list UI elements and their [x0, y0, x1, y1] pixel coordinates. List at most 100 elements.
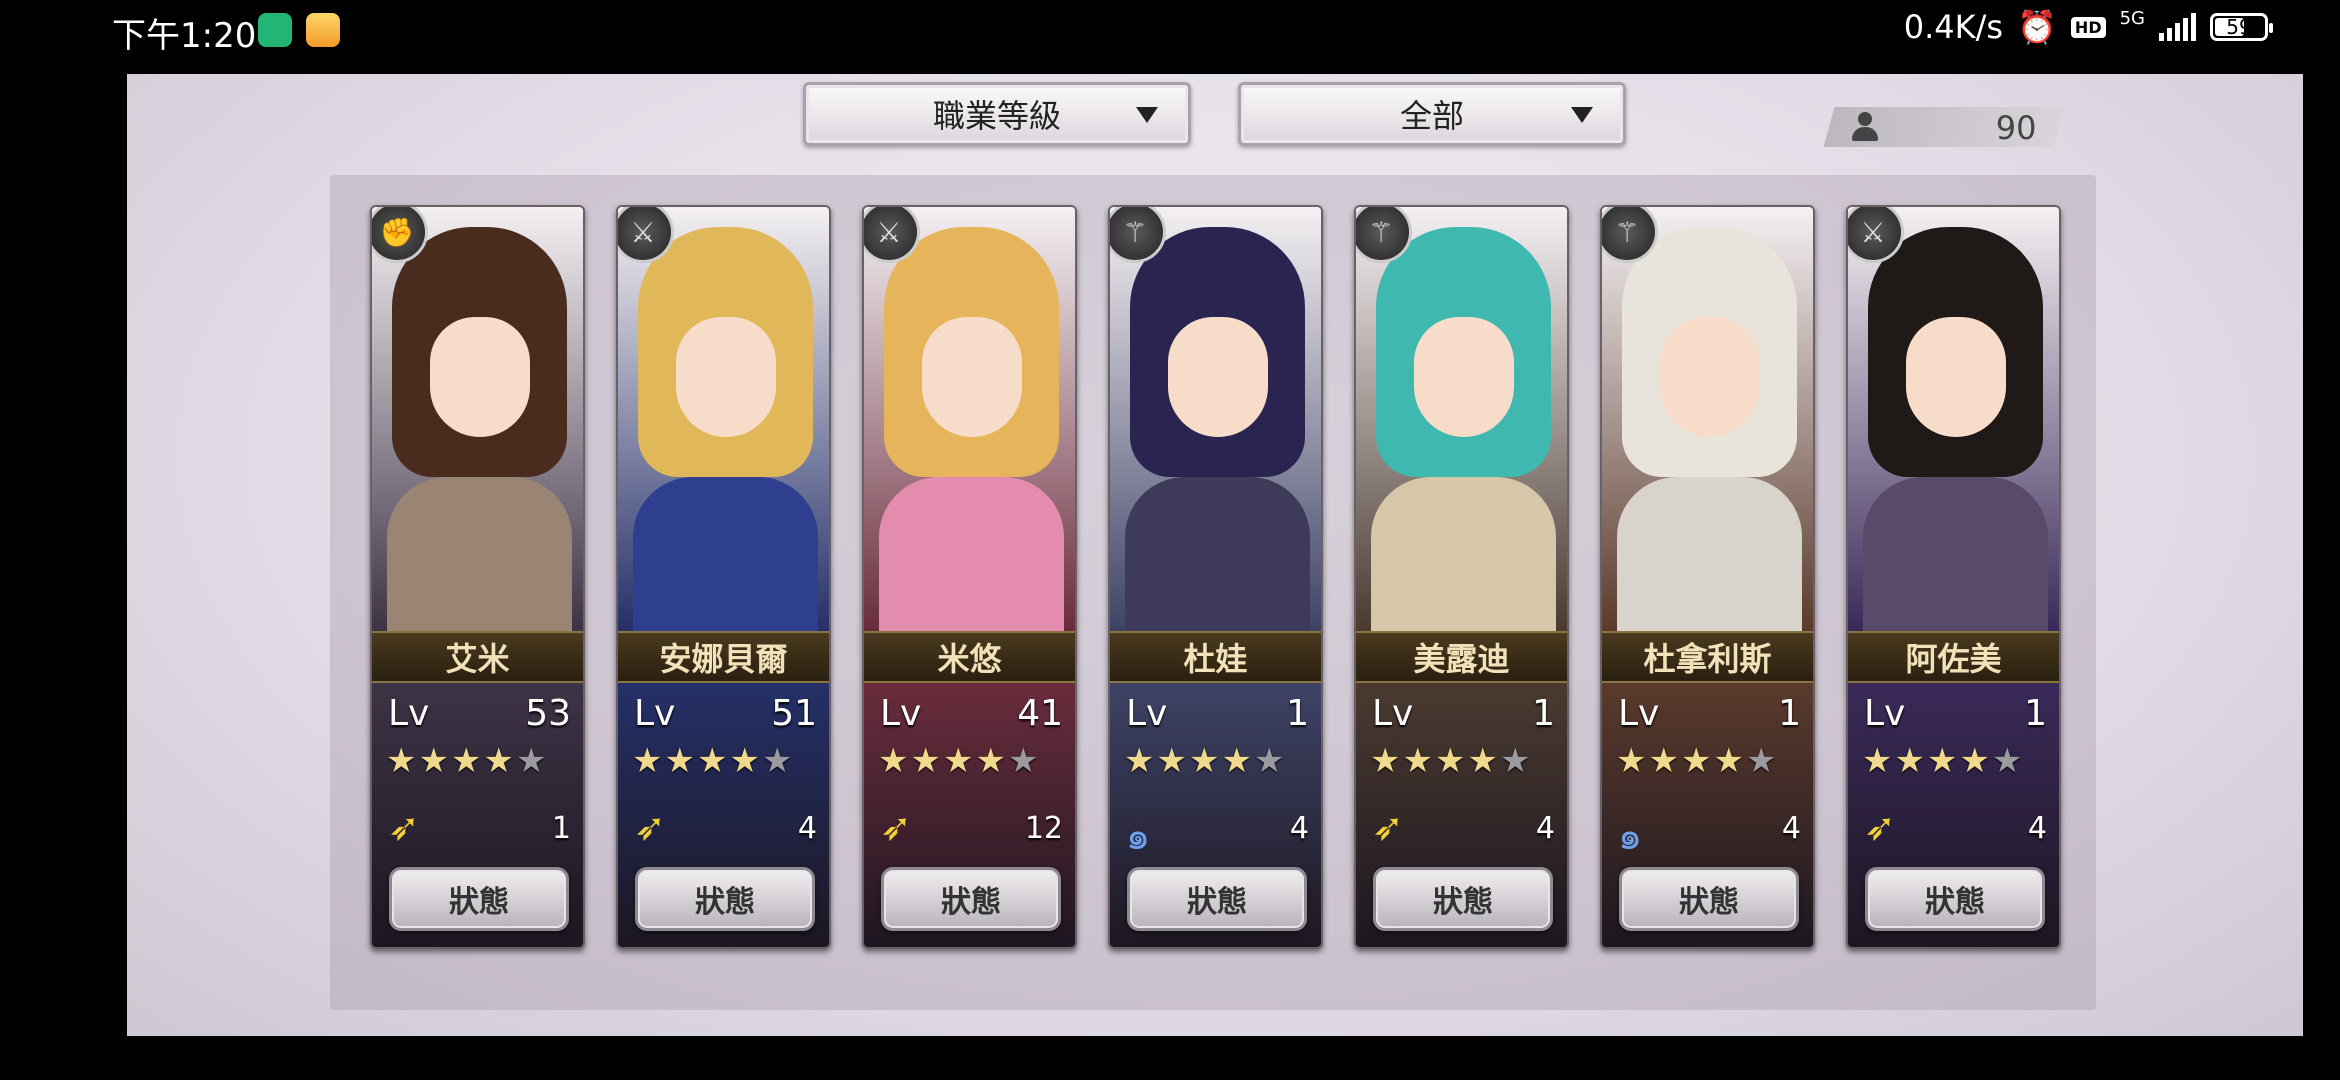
- battery-icon: 59: [2210, 13, 2273, 41]
- character-card[interactable]: ⚚ 杜娃 Lv 1 ★★★★★ ๑ 4 狀態: [1108, 205, 1323, 949]
- element-value: 12: [1024, 811, 1063, 846]
- status-button-label: 狀態: [941, 885, 1001, 920]
- portrait-face: [1660, 317, 1760, 437]
- character-name: 阿佐美: [1905, 640, 2002, 678]
- chat-app-icon: [306, 13, 340, 47]
- portrait-face: [1906, 317, 2006, 437]
- filter-dropdown[interactable]: 全部: [1238, 82, 1626, 146]
- portrait-face: [430, 317, 530, 437]
- character-card[interactable]: ⚔ 阿佐美 Lv 1 ★★★★★ ➶ 4 狀態: [1846, 205, 2061, 949]
- level-label: Lv: [1372, 693, 1414, 734]
- clock: 下午1:20: [112, 16, 257, 56]
- level-row: Lv 1: [1618, 693, 1801, 734]
- character-portrait: [618, 207, 829, 637]
- star-filled-icon: ★: [483, 741, 516, 781]
- star-empty-icon: ★: [1499, 741, 1533, 781]
- star-filled-icon: ★: [1467, 741, 1500, 781]
- star-filled-icon: ★: [1926, 741, 1960, 781]
- portrait-face: [1168, 317, 1268, 437]
- star-filled-icon: ★: [696, 741, 730, 781]
- character-portrait: [1110, 207, 1321, 637]
- status-button-label: 狀態: [449, 885, 509, 920]
- star-empty-icon: ★: [515, 741, 549, 781]
- rarity-stars: ★★★★★: [386, 741, 548, 781]
- portrait-body: [1371, 477, 1556, 637]
- level-value: 1: [1532, 693, 1555, 734]
- character-card[interactable]: ⚔ 米悠 Lv 41 ★★★★★ ➶ 12 狀態: [862, 205, 1077, 949]
- character-portrait: [864, 207, 1075, 637]
- wind-icon: ➶: [1864, 805, 1896, 849]
- character-name: 杜娃: [1183, 640, 1248, 678]
- unit-count: 90: [1996, 109, 2037, 147]
- star-empty-icon: ★: [1007, 741, 1041, 781]
- status-button[interactable]: 狀態: [1865, 867, 2045, 931]
- star-empty-icon: ★: [1745, 741, 1779, 781]
- status-button[interactable]: 狀態: [1127, 867, 1307, 931]
- character-name: 美露迪: [1413, 640, 1510, 678]
- element-value: 4: [1535, 811, 1555, 846]
- sort-dropdown-label: 職業等級: [932, 97, 1061, 135]
- element-value: 4: [1289, 811, 1309, 846]
- character-name-bar: 安娜貝爾: [618, 631, 829, 683]
- character-info: Lv 51 ★★★★★ ➶ 4 狀態: [618, 683, 829, 947]
- sort-dropdown[interactable]: 職業等級: [803, 82, 1191, 146]
- character-info: Lv 41 ★★★★★ ➶ 12 狀態: [864, 683, 1075, 947]
- star-filled-icon: ★: [1894, 741, 1927, 781]
- unit-count-badge: 90: [1823, 107, 2065, 147]
- character-card[interactable]: ✊ 艾米 Lv 53 ★★★★★ ➶ 1 狀態: [370, 205, 585, 949]
- character-portrait: [1848, 207, 2059, 637]
- element-value: 4: [2027, 811, 2047, 846]
- game-screen: 職業等級 全部 90 ✊ 艾米 Lv 53 ★★★★★ ➶ 1 狀態 ⚔ 安娜貝…: [127, 74, 2303, 1036]
- level-value: 41: [1017, 693, 1063, 734]
- level-row: Lv 53: [388, 693, 571, 734]
- portrait-face: [676, 317, 776, 437]
- rarity-stars: ★★★★★: [1862, 741, 2024, 781]
- character-name-bar: 美露迪: [1356, 631, 1567, 683]
- star-filled-icon: ★: [1862, 741, 1895, 781]
- character-name: 米悠: [937, 640, 1002, 678]
- star-filled-icon: ★: [1221, 741, 1254, 781]
- dropdown-arrow-icon: [1571, 107, 1593, 123]
- water-swirl-icon: ๑: [1618, 814, 1643, 858]
- level-value: 1: [1286, 693, 1309, 734]
- network-speed: 0.4K/s: [1903, 8, 2004, 46]
- level-row: Lv 51: [634, 693, 817, 734]
- status-button[interactable]: 狀態: [635, 867, 815, 931]
- star-filled-icon: ★: [1156, 741, 1189, 781]
- character-name-bar: 杜拿利斯: [1602, 631, 1813, 683]
- status-button[interactable]: 狀態: [881, 867, 1061, 931]
- star-filled-icon: ★: [664, 741, 697, 781]
- character-name-bar: 阿佐美: [1848, 631, 2059, 683]
- shield-app-icon: [258, 13, 292, 47]
- character-info: Lv 1 ★★★★★ ๑ 4 狀態: [1110, 683, 1321, 947]
- level-row: Lv 1: [1372, 693, 1555, 734]
- character-card[interactable]: ⚚ 美露迪 Lv 1 ★★★★★ ➶ 4 狀態: [1354, 205, 1569, 949]
- wind-icon: ➶: [880, 805, 912, 849]
- status-button-label: 狀態: [1925, 885, 1985, 920]
- character-card[interactable]: ⚚ 杜拿利斯 Lv 1 ★★★★★ ๑ 4 狀態: [1600, 205, 1815, 949]
- element-value: 4: [1781, 811, 1801, 846]
- level-value: 1: [2024, 693, 2047, 734]
- wind-icon: ➶: [388, 805, 420, 849]
- level-label: Lv: [1618, 693, 1660, 734]
- star-empty-icon: ★: [761, 741, 795, 781]
- star-filled-icon: ★: [1402, 741, 1435, 781]
- star-filled-icon: ★: [1959, 741, 1992, 781]
- level-value: 53: [525, 693, 571, 734]
- character-name-bar: 艾米: [372, 631, 583, 683]
- level-value: 1: [1778, 693, 1801, 734]
- character-card[interactable]: ⚔ 安娜貝爾 Lv 51 ★★★★★ ➶ 4 狀態: [616, 205, 831, 949]
- character-cards: ✊ 艾米 Lv 53 ★★★★★ ➶ 1 狀態 ⚔ 安娜貝爾 Lv 51 ★★★…: [370, 205, 2061, 949]
- dropdown-arrow-icon: [1136, 107, 1158, 123]
- level-row: Lv 1: [1864, 693, 2047, 734]
- status-button[interactable]: 狀態: [1619, 867, 1799, 931]
- star-filled-icon: ★: [1680, 741, 1714, 781]
- portrait-face: [922, 317, 1022, 437]
- battery-level: 59: [2226, 15, 2252, 39]
- signal-icon: [2159, 13, 2196, 41]
- status-button-label: 狀態: [1433, 885, 1493, 920]
- star-filled-icon: ★: [418, 741, 451, 781]
- status-button[interactable]: 狀態: [1373, 867, 1553, 931]
- level-label: Lv: [1126, 693, 1168, 734]
- status-button[interactable]: 狀態: [389, 867, 569, 931]
